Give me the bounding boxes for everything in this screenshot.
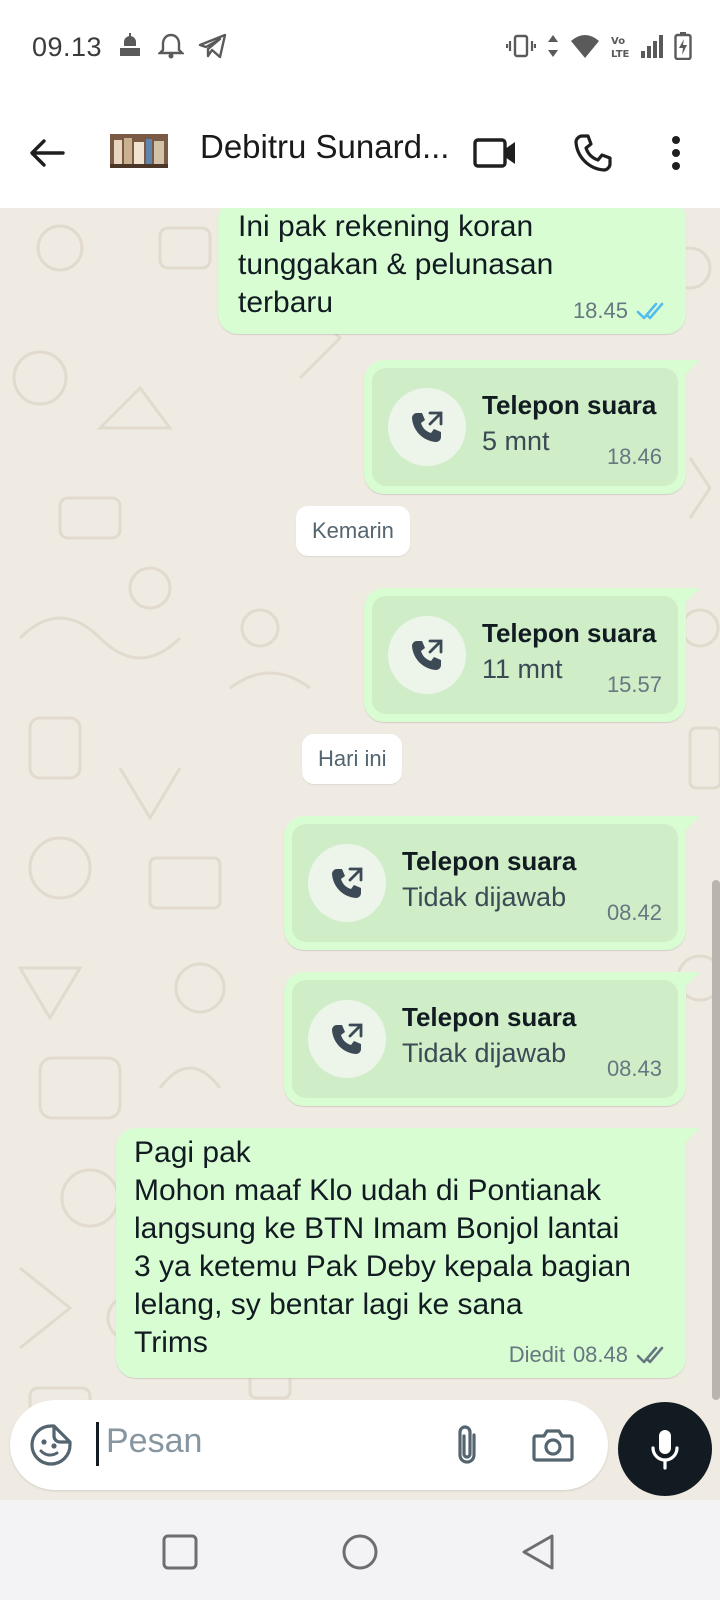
call-bubble[interactable]: Telepon suara Tidak dijawab 08.43 bbox=[284, 972, 700, 1106]
call-icon-circle bbox=[388, 388, 466, 466]
outgoing-call-icon bbox=[332, 1023, 363, 1054]
call-status: Tidak dijawab bbox=[402, 882, 567, 912]
outgoing-call-icon bbox=[412, 411, 443, 442]
date-separator: Hari ini bbox=[302, 734, 403, 784]
message-text: Ini pak rekening koran tunggakan & pelun… bbox=[238, 210, 554, 319]
camera-icon bbox=[532, 1429, 574, 1462]
call-card: Telepon suara 11 mnt 15.57 bbox=[372, 596, 678, 714]
notification-icons bbox=[116, 32, 228, 65]
svg-text:Vo: Vo bbox=[611, 36, 625, 47]
call-time: 08.42 bbox=[606, 900, 662, 925]
volte-icon: Vo LTE bbox=[610, 32, 630, 65]
call-bubble[interactable]: Telepon suara Tidak dijawab 08.42 bbox=[284, 816, 700, 950]
chat-area[interactable]: Ini pak rekening koran tunggakan & pelun… bbox=[0, 208, 720, 1500]
message-bubble-outgoing[interactable]: Pagi pak Mohon maaf Klo udah di Pontiana… bbox=[116, 1128, 700, 1378]
message-bubble-outgoing[interactable]: Ini pak rekening koran tunggakan & pelun… bbox=[218, 208, 686, 334]
call-status: Tidak dijawab bbox=[402, 1038, 567, 1068]
call-icon-circle bbox=[308, 1000, 386, 1078]
video-call-button[interactable] bbox=[470, 128, 520, 178]
call-title: Telepon suara bbox=[482, 618, 657, 648]
status-bar: 09.13 Vo LTE bbox=[0, 0, 720, 100]
message-time: 08.48 bbox=[572, 1342, 628, 1367]
circle-icon bbox=[342, 1534, 378, 1570]
triangle-back-icon bbox=[522, 1534, 554, 1570]
video-call-icon bbox=[473, 138, 515, 168]
call-card: Telepon suara 5 mnt 18.46 bbox=[372, 368, 678, 486]
avatar[interactable] bbox=[110, 134, 168, 168]
outgoing-call-icon bbox=[412, 639, 443, 670]
call-title: Telepon suara bbox=[482, 390, 657, 420]
call-bubble[interactable]: Telepon suara 5 mnt 18.46 bbox=[364, 360, 700, 494]
system-icons: Vo LTE bbox=[505, 32, 692, 65]
message-meta: 18.45 bbox=[573, 298, 670, 324]
sticker-icon bbox=[30, 1424, 72, 1466]
back-nav-button[interactable] bbox=[516, 1530, 560, 1574]
voice-message-button[interactable] bbox=[618, 1402, 712, 1496]
message-input[interactable]: Pesan bbox=[106, 1422, 202, 1461]
mosque-icon bbox=[116, 32, 144, 65]
microphone-icon bbox=[651, 1430, 679, 1470]
wifi-icon bbox=[570, 33, 600, 64]
double-check-delivered-icon bbox=[636, 1346, 664, 1364]
back-arrow-icon bbox=[30, 139, 65, 167]
outgoing-call-icon bbox=[332, 867, 363, 898]
telegram-icon bbox=[198, 32, 228, 65]
call-time: 18.46 bbox=[606, 444, 662, 469]
message-time: 18.45 bbox=[572, 298, 628, 323]
chat-header: Debitru Sunard... bbox=[0, 100, 720, 208]
contact-name[interactable]: Debitru Sunard... bbox=[200, 128, 450, 166]
back-button[interactable] bbox=[24, 130, 70, 176]
call-time: 15.57 bbox=[606, 672, 662, 697]
message-meta: Diedit 08.48 bbox=[509, 1342, 670, 1368]
recents-button[interactable] bbox=[158, 1530, 202, 1574]
sticker-button[interactable] bbox=[28, 1422, 74, 1468]
voice-call-button[interactable] bbox=[568, 128, 618, 178]
more-options-button[interactable] bbox=[652, 128, 700, 178]
system-navigation-bar bbox=[0, 1500, 720, 1600]
call-bubble[interactable]: Telepon suara 11 mnt 15.57 bbox=[364, 588, 700, 722]
bell-icon bbox=[157, 32, 185, 65]
call-title: Telepon suara bbox=[402, 1002, 577, 1032]
text-cursor bbox=[96, 1422, 99, 1466]
home-button[interactable] bbox=[338, 1530, 382, 1574]
message-composer[interactable]: Pesan bbox=[10, 1400, 608, 1490]
scrollbar[interactable] bbox=[712, 880, 720, 1400]
vibrate-icon bbox=[505, 32, 537, 65]
double-check-read-icon bbox=[636, 302, 664, 320]
signal-icon bbox=[640, 33, 664, 64]
call-duration: 11 mnt bbox=[482, 654, 563, 684]
call-card: Telepon suara Tidak dijawab 08.43 bbox=[292, 980, 678, 1098]
paperclip-icon bbox=[458, 1425, 476, 1464]
message-text: Pagi pak Mohon maaf Klo udah di Pontiana… bbox=[134, 1136, 631, 1359]
phone-icon bbox=[574, 134, 612, 172]
battery-charging-icon bbox=[674, 32, 692, 65]
square-icon bbox=[162, 1534, 198, 1570]
svg-text:LTE: LTE bbox=[611, 49, 630, 60]
camera-button[interactable] bbox=[528, 1420, 578, 1470]
date-separator: Kemarin bbox=[296, 506, 410, 556]
call-icon-circle bbox=[388, 616, 466, 694]
more-vertical-icon bbox=[672, 136, 680, 170]
call-title: Telepon suara bbox=[402, 846, 577, 876]
attach-button[interactable] bbox=[444, 1420, 490, 1470]
call-duration: 5 mnt bbox=[482, 426, 550, 456]
status-time: 09.13 bbox=[32, 32, 103, 62]
call-card: Telepon suara Tidak dijawab 08.42 bbox=[292, 824, 678, 942]
data-arrows-icon bbox=[546, 32, 560, 65]
edited-label: Diedit bbox=[508, 1342, 565, 1367]
call-icon-circle bbox=[308, 844, 386, 922]
call-time: 08.43 bbox=[606, 1056, 662, 1081]
